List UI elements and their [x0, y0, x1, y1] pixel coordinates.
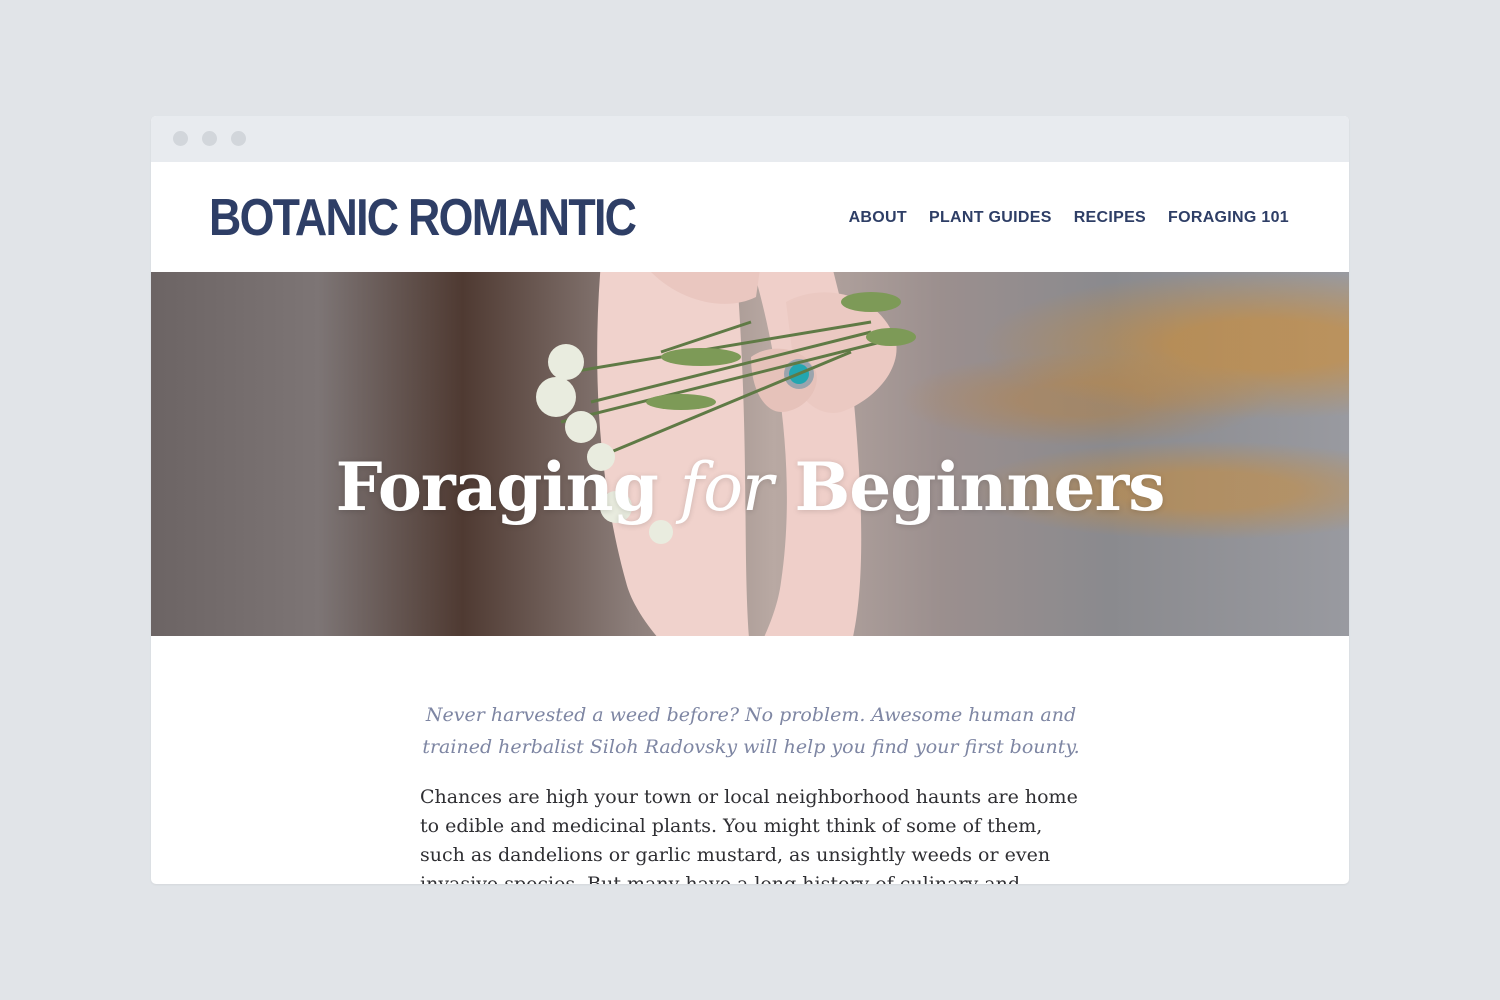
hero-title-part1: Foraging — [335, 448, 659, 526]
site-header: BOTANIC ROMANTIC ABOUT PLANT GUIDES RECI… — [151, 162, 1349, 272]
site-logo[interactable]: BOTANIC ROMANTIC — [209, 188, 637, 248]
article-dek: Never harvested a weed before? No proble… — [422, 704, 1080, 758]
hero-image: Foraging for Beginners — [151, 272, 1349, 636]
browser-chrome — [151, 116, 1349, 162]
window-minimize-dot[interactable] — [202, 131, 217, 146]
article-body: Chances are high your town or local neig… — [420, 786, 1078, 884]
hero-title-em: for — [679, 449, 774, 526]
main-nav: ABOUT PLANT GUIDES RECIPES FORAGING 101 — [849, 209, 1289, 227]
nav-recipes[interactable]: RECIPES — [1074, 209, 1146, 227]
article-content: Never harvested a weed before? No proble… — [151, 636, 1349, 884]
nav-plant-guides[interactable]: PLANT GUIDES — [929, 209, 1052, 227]
browser-window: BOTANIC ROMANTIC ABOUT PLANT GUIDES RECI… — [151, 116, 1349, 884]
hero-title: Foraging for Beginners — [151, 448, 1349, 526]
nav-foraging-101[interactable]: FORAGING 101 — [1168, 209, 1289, 227]
window-close-dot[interactable] — [173, 131, 188, 146]
window-maximize-dot[interactable] — [231, 131, 246, 146]
hero-title-part2: Beginners — [794, 448, 1165, 526]
nav-about[interactable]: ABOUT — [849, 209, 907, 227]
